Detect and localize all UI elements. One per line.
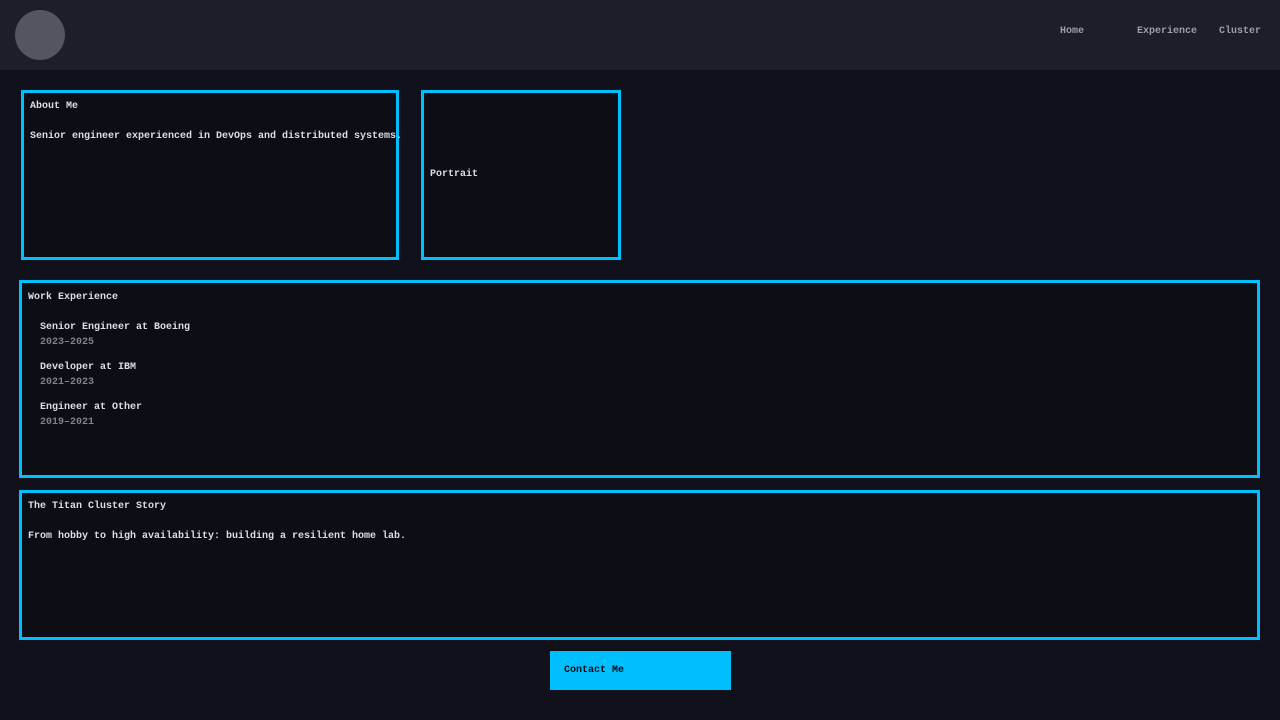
entry-title: Developer at IBM <box>40 362 1251 374</box>
cluster-story-body: From hobby to high availability: buildin… <box>28 531 1251 543</box>
about-title: About Me <box>30 101 390 113</box>
experience-title: Work Experience <box>28 292 1251 304</box>
experience-entry: Developer at IBM 2021–2023 <box>40 362 1251 389</box>
entry-title: Senior Engineer at Boeing <box>40 322 1251 334</box>
entry-dates: 2019–2021 <box>40 417 1251 429</box>
avatar <box>15 10 65 60</box>
experience-entry: Senior Engineer at Boeing 2023–2025 <box>40 322 1251 349</box>
nav-link-home[interactable]: Home <box>1060 26 1084 38</box>
portrait-placeholder-label: Portrait <box>430 169 478 181</box>
cluster-story-title: The Titan Cluster Story <box>28 501 1251 513</box>
experience-card: Work Experience Senior Engineer at Boein… <box>19 280 1260 478</box>
entry-title: Engineer at Other <box>40 402 1251 414</box>
about-card: About Me Senior engineer experienced in … <box>21 90 399 260</box>
experience-entries: Senior Engineer at Boeing 2023–2025 Deve… <box>40 322 1251 429</box>
nav-link-cluster[interactable]: Cluster <box>1219 26 1261 38</box>
portrait-card: Portrait <box>421 90 621 260</box>
nav-link-experience[interactable]: Experience <box>1137 26 1197 38</box>
entry-dates: 2021–2023 <box>40 377 1251 389</box>
cluster-story-card: The Titan Cluster Story From hobby to hi… <box>19 490 1260 640</box>
top-nav: Home Experience Cluster <box>0 0 1280 70</box>
contact-button[interactable]: Contact Me <box>550 651 731 690</box>
experience-entry: Engineer at Other 2019–2021 <box>40 402 1251 429</box>
about-body: Senior engineer experienced in DevOps an… <box>30 131 390 143</box>
entry-dates: 2023–2025 <box>40 337 1251 349</box>
